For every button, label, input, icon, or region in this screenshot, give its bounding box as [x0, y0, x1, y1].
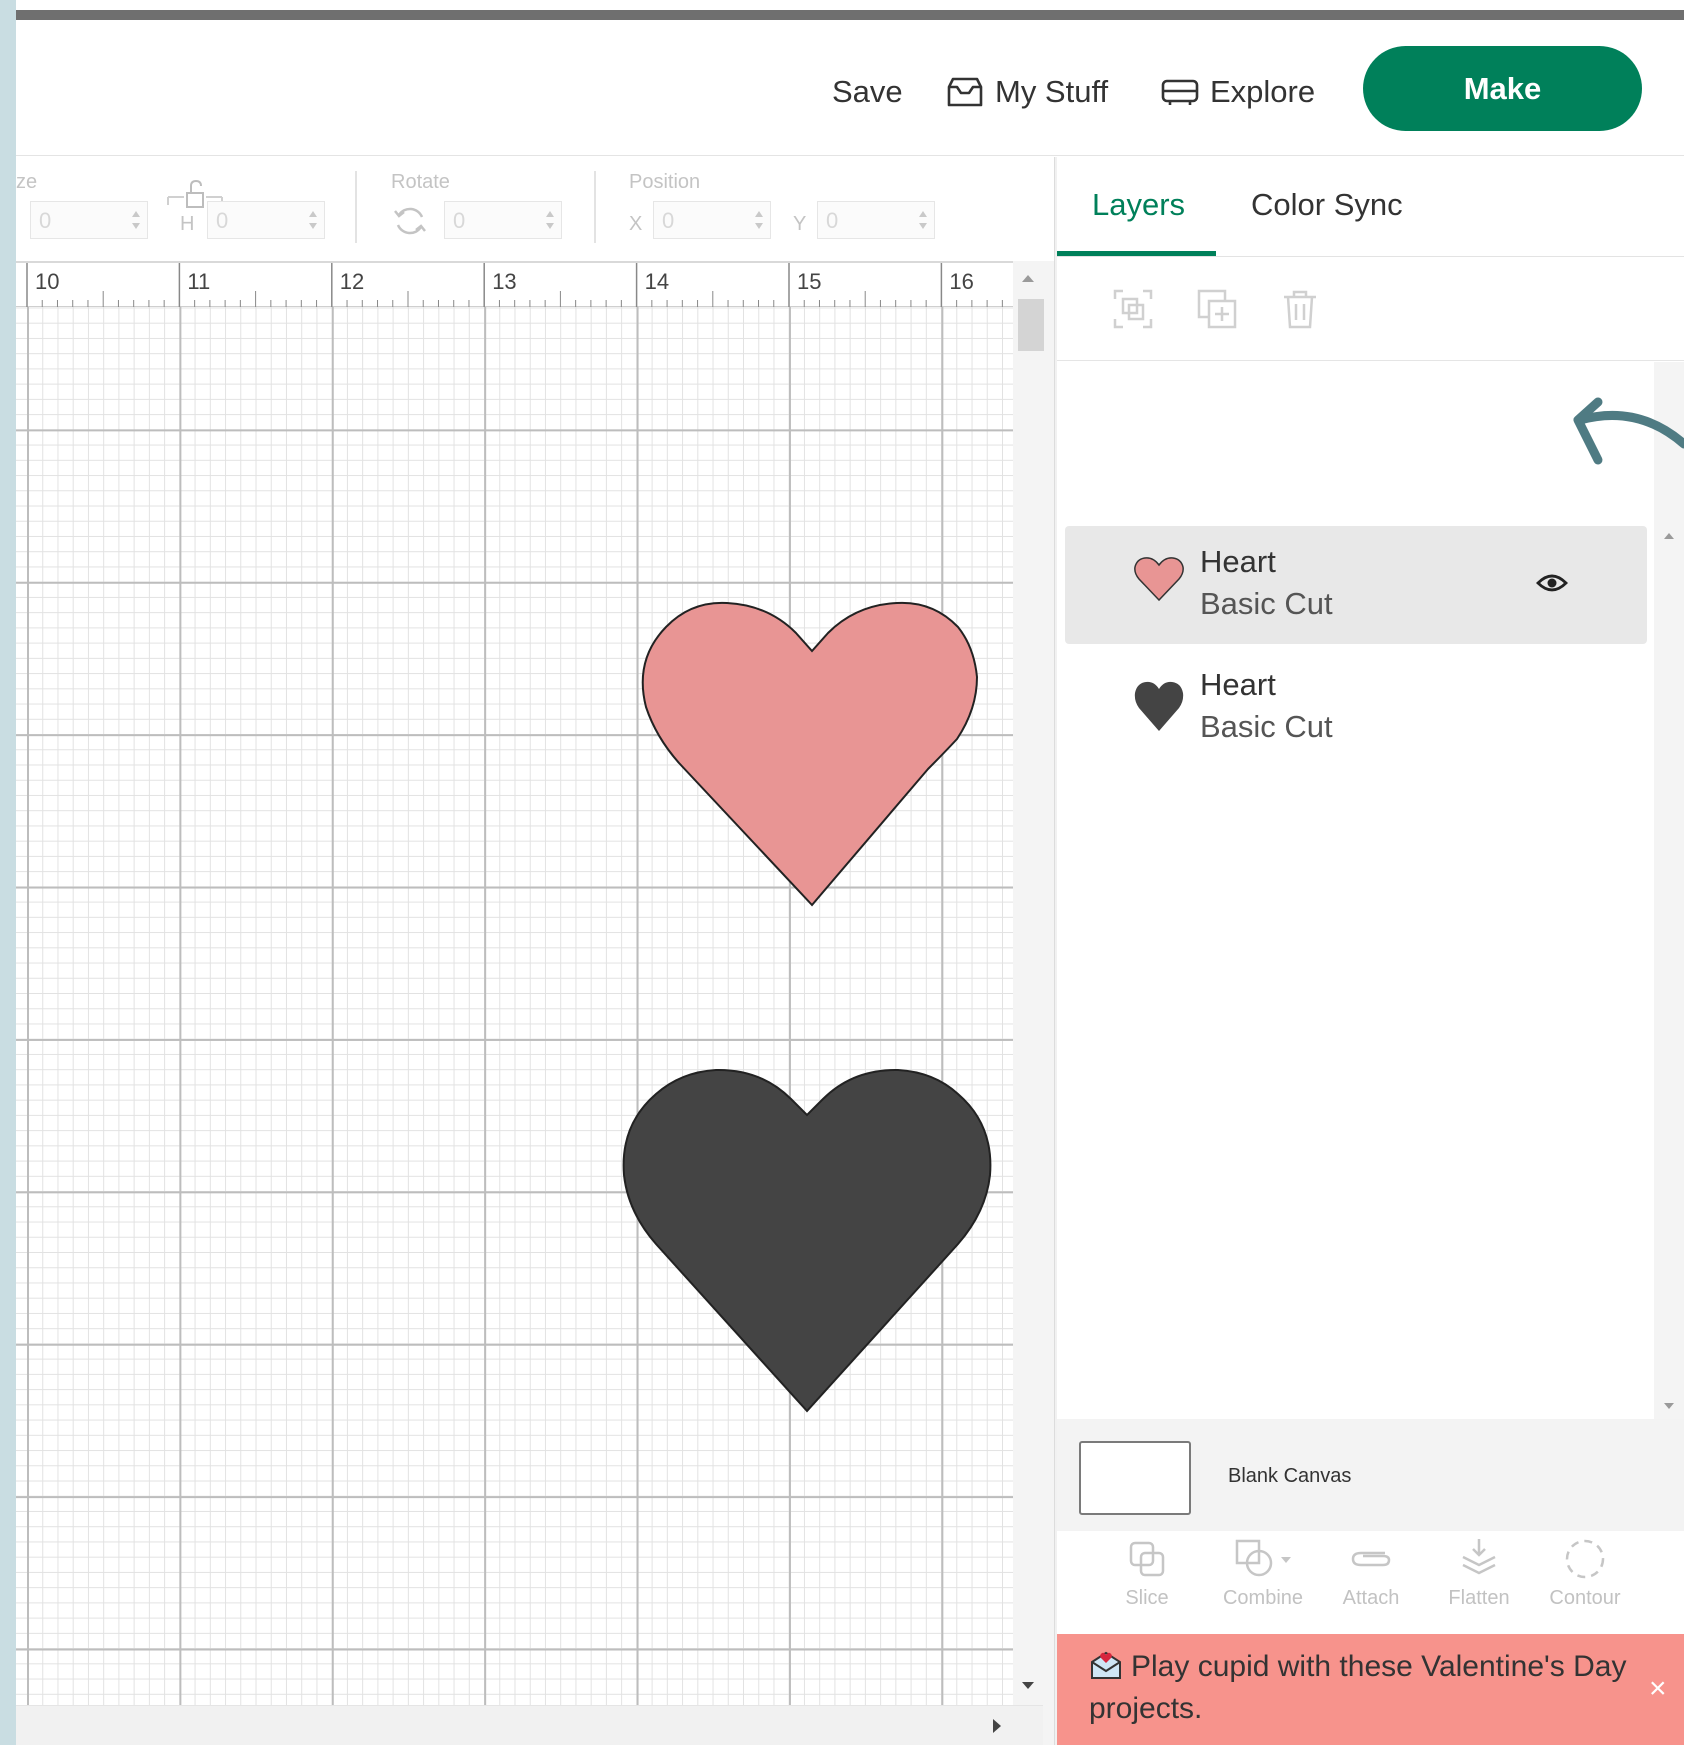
horizontal-scrollbar[interactable] — [16, 1705, 1043, 1745]
heart-thumbnail-icon — [1134, 681, 1184, 731]
horizontal-ruler: 10 11 12 13 14 15 16 — [16, 261, 1013, 309]
ruler-label: 13 — [492, 269, 516, 294]
layer-row[interactable]: Heart Basic Cut — [1065, 526, 1647, 644]
canvas-area[interactable]: 10 11 12 13 14 15 16 — [16, 261, 1054, 1745]
blank-canvas-label: Blank Canvas — [1228, 1465, 1352, 1487]
ruler-label: 14 — [645, 269, 669, 294]
stepper-icon[interactable] — [129, 208, 143, 232]
position-x-input[interactable]: 0 — [653, 201, 771, 239]
width-input[interactable]: 0 — [30, 201, 148, 239]
position-label: Position — [629, 171, 701, 193]
explore-button[interactable]: Explore — [1160, 72, 1315, 112]
slice-button[interactable]: Slice — [1087, 1537, 1207, 1610]
x-label: X — [629, 213, 643, 235]
promo-banner[interactable]: Play cupid with these Valentine's Day pr… — [1057, 1634, 1684, 1745]
envelope-heart-icon — [1091, 1651, 1121, 1679]
layer-operation: Basic Cut — [1200, 709, 1333, 744]
scroll-down-icon[interactable] — [1663, 1402, 1675, 1410]
flatten-button[interactable]: Flatten — [1419, 1537, 1539, 1610]
ruler-ticks: 10 11 12 13 14 15 16 — [26, 263, 1003, 309]
promo-banner-text: Play cupid with these Valentine's Day pr… — [1089, 1646, 1649, 1730]
save-label: Save — [832, 74, 903, 109]
layer-list-scrollbar[interactable] — [1654, 362, 1684, 1419]
layer-toolbar — [1057, 257, 1684, 361]
duplicate-icon[interactable] — [1195, 287, 1239, 331]
ruler-label: 11 — [187, 269, 210, 294]
inbox-icon — [947, 77, 983, 107]
explore-label: Explore — [1210, 74, 1316, 109]
combine-icon — [1235, 1539, 1291, 1577]
stepper-icon[interactable] — [752, 208, 766, 232]
layer-row[interactable]: Heart Basic Cut — [1065, 649, 1647, 767]
annotation-arrow-icon — [1573, 397, 1684, 465]
rotate-input[interactable]: 0 — [444, 201, 562, 239]
blank-canvas-swatch[interactable] — [1079, 1441, 1191, 1515]
scroll-right-icon[interactable] — [992, 1718, 1002, 1734]
contour-icon — [1565, 1539, 1605, 1579]
design-space-window: Save My Stuff Explore Make ze 0 H 0 Rota… — [16, 0, 1684, 1745]
contour-button[interactable]: Contour — [1525, 1537, 1645, 1610]
stepper-icon[interactable] — [306, 208, 320, 232]
combine-button[interactable]: Combine — [1203, 1537, 1323, 1610]
canvas-shapes — [622, 601, 992, 1413]
contour-label: Contour — [1549, 1587, 1621, 1609]
scroll-down-icon[interactable] — [1021, 1681, 1035, 1691]
vertical-scroll-thumb[interactable] — [1018, 299, 1044, 351]
blank-canvas-row[interactable]: Blank Canvas — [1057, 1419, 1684, 1531]
position-y-input[interactable]: 0 — [817, 201, 935, 239]
ruler-label: 10 — [35, 269, 59, 294]
layer-list: Heart Basic Cut Heart Basic Cut — [1057, 362, 1654, 1419]
pink-heart-full[interactable] — [641, 601, 979, 907]
delete-icon[interactable] — [1278, 287, 1322, 331]
height-label: H — [180, 213, 195, 235]
toolbar-divider — [355, 171, 357, 243]
height-input[interactable]: 0 — [207, 201, 325, 239]
ruler-label: 12 — [340, 269, 364, 294]
scroll-up-icon[interactable] — [1663, 532, 1675, 540]
attach-label: Attach — [1342, 1587, 1400, 1609]
explore-icon — [1161, 79, 1199, 105]
layer-name: Heart — [1200, 544, 1276, 579]
operations-bar: Slice Combine Attach Flatten Contour — [1057, 1531, 1684, 1634]
header-bar: Save My Stuff Explore Make — [16, 20, 1684, 156]
property-toolbar: ze 0 H 0 Rotate 0 Position X 0 Y 0 — [16, 157, 1054, 261]
rotate-label: Rotate — [391, 171, 450, 193]
slice-icon — [1129, 1541, 1165, 1577]
group-icon[interactable] — [1111, 287, 1155, 331]
canvas-grid[interactable] — [16, 307, 1013, 1705]
attach-button[interactable]: Attach — [1311, 1537, 1431, 1610]
make-button[interactable]: Make — [1363, 46, 1642, 131]
dark-heart-shape[interactable] — [622, 1068, 992, 1413]
layer-operation: Basic Cut — [1200, 586, 1333, 621]
y-label: Y — [793, 213, 807, 235]
close-icon[interactable]: × — [1649, 1672, 1667, 1706]
scroll-up-icon[interactable] — [1021, 273, 1035, 283]
flatten-icon — [1462, 1539, 1496, 1575]
slice-label: Slice — [1125, 1587, 1169, 1609]
combine-label: Combine — [1222, 1587, 1304, 1609]
my-stuff-label: My Stuff — [995, 74, 1109, 109]
rotate-icon[interactable] — [392, 203, 428, 239]
promo-banner-message: Play cupid with these Valentine's Day pr… — [1089, 1650, 1627, 1725]
eye-icon[interactable] — [1536, 572, 1568, 594]
ruler-label: 15 — [797, 269, 821, 294]
save-button[interactable]: Save — [832, 72, 903, 112]
heart-thumbnail-icon — [1134, 557, 1184, 602]
tab-layers[interactable]: Layers — [1092, 187, 1185, 223]
stepper-icon[interactable] — [543, 208, 557, 232]
size-label: ze — [16, 171, 38, 193]
tab-color-sync[interactable]: Color Sync — [1251, 187, 1403, 223]
vertical-scrollbar[interactable] — [1013, 261, 1043, 1705]
window-top-strip — [16, 10, 1684, 20]
layer-name: Heart — [1200, 667, 1276, 702]
flatten-label: Flatten — [1448, 1587, 1510, 1609]
my-stuff-button[interactable]: My Stuff — [945, 72, 1108, 112]
stepper-icon[interactable] — [916, 208, 930, 232]
ruler-label: 16 — [949, 269, 973, 294]
toolbar-divider — [594, 171, 596, 243]
attach-icon — [1351, 1551, 1391, 1567]
